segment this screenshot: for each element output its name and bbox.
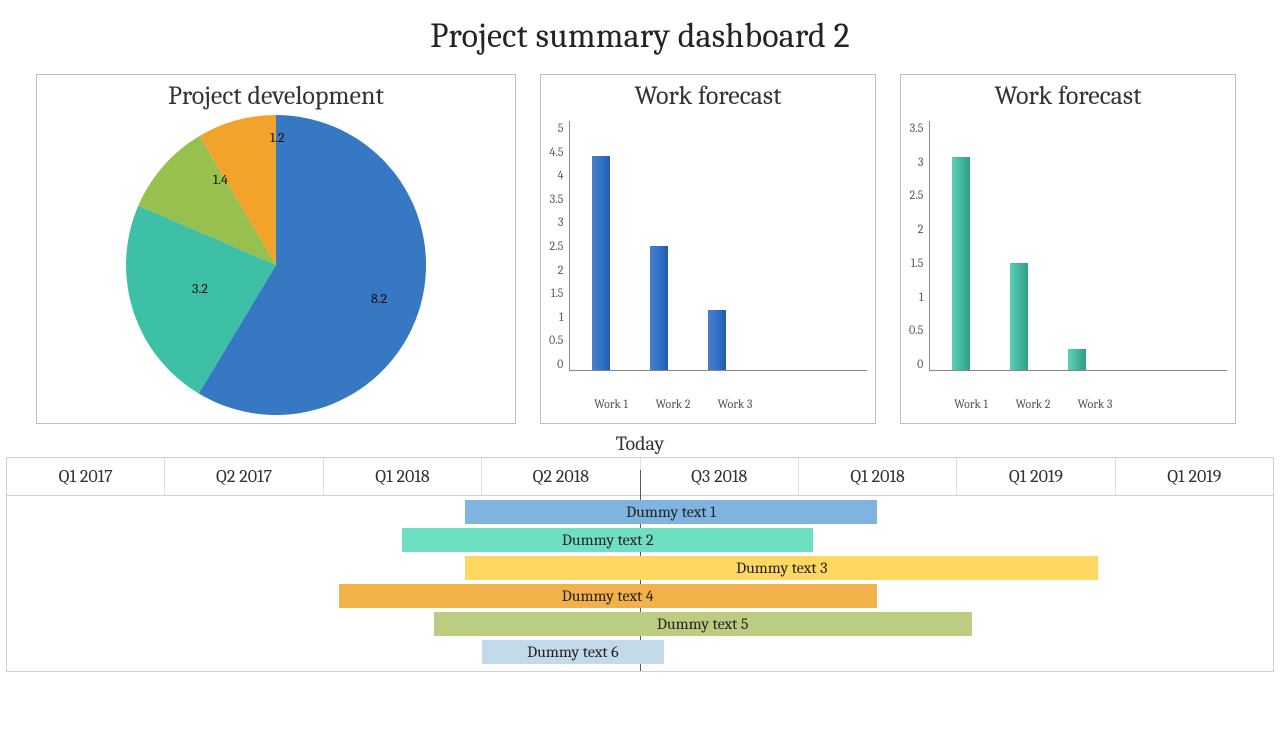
bar2-card: Work forecast 3.5 3 2.5 2 1.5 1 0.5 0 [900,74,1236,424]
tick: 1 [919,290,923,304]
pie-label-b: 3.2 [192,280,208,297]
quarter-cell: Q1 2018 [799,458,957,495]
bar1-x-c: Work 3 [713,397,757,411]
quarter-cell: Q1 2018 [324,458,482,495]
bar2-y-axis: 3.5 3 2.5 2 1.5 1 0.5 0 [909,121,929,371]
gantt-bar-4: Dummy text 4 [339,584,877,608]
bar2-x-a: Work 1 [949,397,993,411]
quarter-cell: Q1 2019 [1116,458,1273,495]
bar2-chart: 3.5 3 2.5 2 1.5 1 0.5 0 [909,115,1227,395]
pie-svg [126,115,426,415]
pie-label-a: 8.2 [371,290,387,307]
bar2-plot [929,121,1227,371]
pie-label-c: 1.4 [213,171,228,188]
bar1-x-labels: Work 1 Work 2 Work 3 [589,397,867,411]
bar1-bar-a [592,156,610,370]
tick: 2 [558,263,564,277]
gantt-bar-2: Dummy text 2 [402,528,813,552]
tick: 3.5 [910,121,924,135]
bar2-x-c: Work 3 [1073,397,1117,411]
top-charts-row: Project development 8.2 3.2 1.4 1.2 Work… [36,74,1244,424]
quarter-cell: Q1 2017 [7,458,165,495]
tick: 1.5 [551,286,564,300]
tick: 2.5 [550,239,564,253]
bar1-y-axis: 5 4.5 4 3.5 3 2.5 2 1.5 1 0.5 0 [549,121,569,371]
tick: 1 [559,310,563,324]
bar1-x-b: Work 2 [651,397,695,411]
gantt-bar-6: Dummy text 6 [482,640,664,664]
bar2-bar-c [1068,349,1086,370]
bar1-x-a: Work 1 [589,397,633,411]
bar1-plot [569,121,867,371]
bar2-title: Work forecast [909,81,1227,111]
pie-label-d: 1.2 [270,129,285,146]
bar2-bar-b [1010,263,1028,370]
tick: 3.5 [550,192,564,206]
pie-chart: 8.2 3.2 1.4 1.2 [126,115,426,415]
gantt-bar-3: Dummy text 3 [465,556,1098,580]
bar1-card: Work forecast 5 4.5 4 3.5 3 2.5 2 1.5 1 … [540,74,876,424]
bar2-bar-a [952,157,970,370]
bar1-bar-c [708,310,726,370]
tick: 4.5 [549,145,563,159]
tick: 0 [557,357,563,371]
gantt-wrap: Today Q1 2017 Q2 2017 Q1 2018 Q2 2018 Q3… [6,432,1274,672]
bar2-x-labels: Work 1 Work 2 Work 3 [949,397,1227,411]
pie-card: Project development 8.2 3.2 1.4 1.2 [36,74,516,424]
bar1-title: Work forecast [549,81,867,111]
quarter-cell: Q2 2017 [165,458,323,495]
tick: 1.5 [911,256,924,270]
tick: 3 [558,215,564,229]
gantt-bar-5: Dummy text 5 [434,612,972,636]
today-label: Today [6,432,1274,455]
page-title: Project summary dashboard 2 [0,16,1280,56]
bar2-x-b: Work 2 [1011,397,1055,411]
tick: 2 [918,222,924,236]
quarter-cell: Q3 2018 [641,458,799,495]
tick: 5 [558,121,564,135]
pie-title: Project development [45,81,507,111]
gantt-body: Dummy text 1 Dummy text 2 Dummy text 3 D… [6,496,1274,672]
tick: 0.5 [909,323,923,337]
tick: 4 [557,168,563,182]
tick: 2.5 [910,188,924,202]
quarter-cell: Q2 2018 [482,458,640,495]
gantt-bar-1: Dummy text 1 [465,500,876,524]
tick: 0 [917,357,923,371]
bar1-chart: 5 4.5 4 3.5 3 2.5 2 1.5 1 0.5 0 [549,115,867,395]
tick: 3 [918,155,924,169]
quarter-cell: Q1 2019 [957,458,1115,495]
tick: 0.5 [549,333,563,347]
bar1-bar-b [650,246,668,371]
